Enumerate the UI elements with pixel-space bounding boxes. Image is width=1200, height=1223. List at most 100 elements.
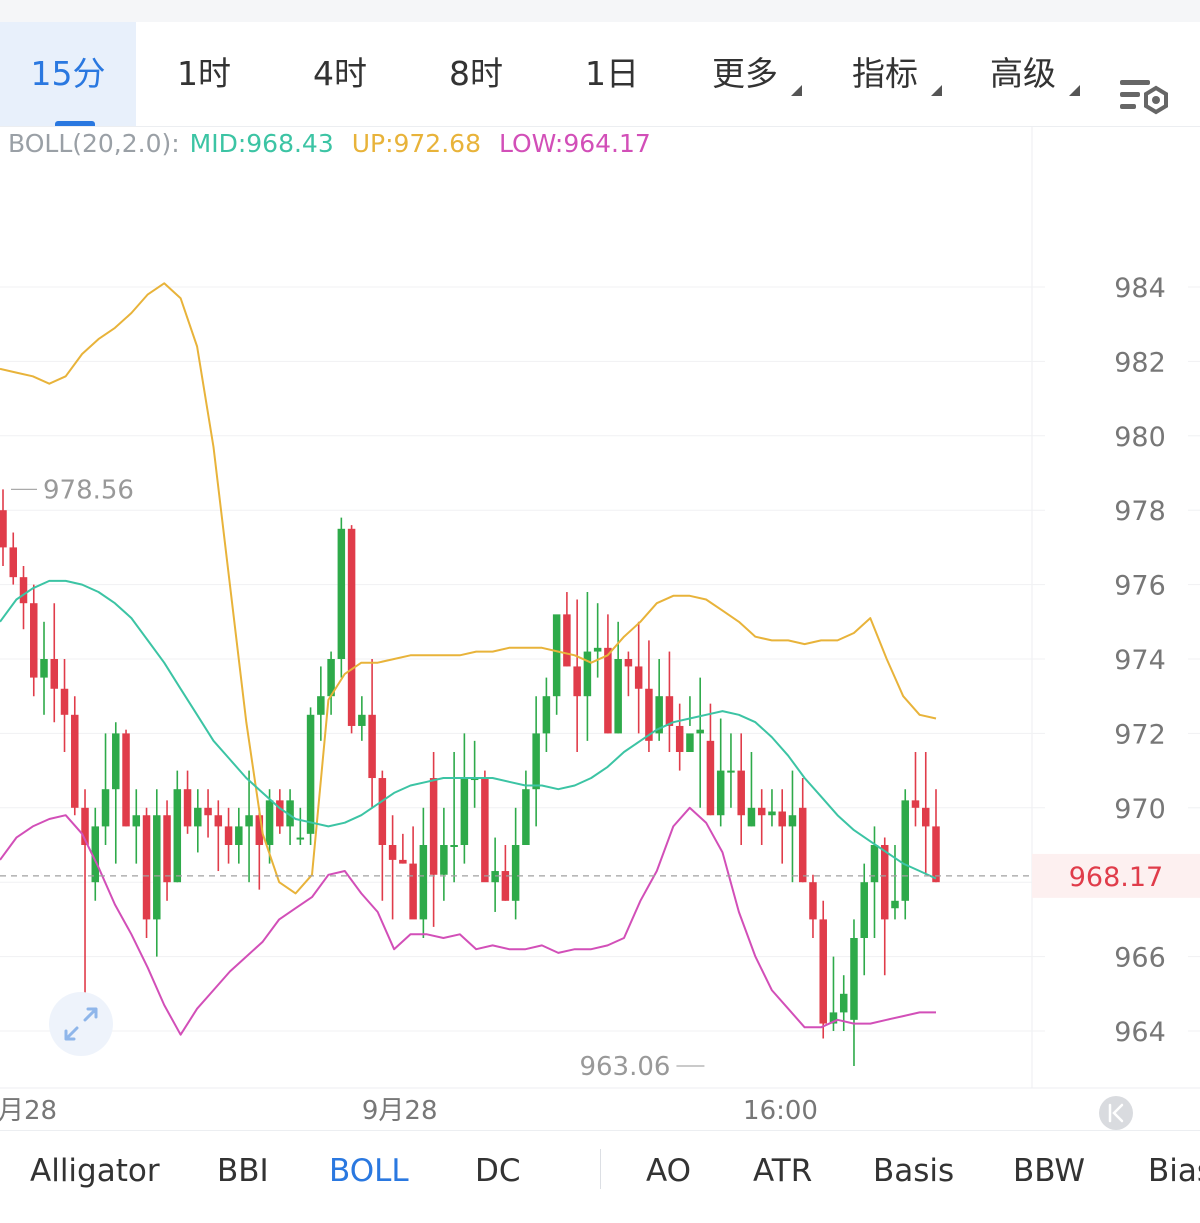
candle-body (532, 733, 540, 790)
tab-label: 1日 (585, 54, 639, 93)
candle-body (778, 811, 786, 827)
y-tick-label: 980 (1114, 422, 1166, 453)
candle-body (388, 845, 397, 860)
candle-body (173, 789, 182, 883)
candle-body (552, 614, 561, 697)
tab-label: 更多 (712, 54, 778, 93)
indicator-atr[interactable]: ATR (753, 1131, 812, 1211)
indicator-label: Bias (1148, 1153, 1200, 1189)
indicator-bbw[interactable]: BBW (1013, 1131, 1085, 1211)
indicator-label: DC (475, 1153, 521, 1189)
candle-body (101, 789, 110, 827)
candle-body (450, 845, 458, 847)
candle-body (675, 725, 684, 752)
candle-body (880, 845, 889, 920)
indicator-label: Basis (873, 1153, 955, 1189)
candle-body (809, 882, 817, 920)
candle-body (183, 789, 192, 827)
tab-15min[interactable]: 15分 (0, 22, 136, 126)
candle-body (337, 528, 346, 659)
y-tick-label: 978 (1114, 496, 1166, 527)
expand-icon[interactable] (49, 992, 113, 1056)
candle-body (440, 845, 448, 875)
tab-indicators[interactable]: 指标 (830, 22, 942, 126)
max-marker-label: 978.56 (43, 475, 134, 505)
indicator-dc[interactable]: DC (475, 1131, 521, 1211)
candle-body (737, 770, 745, 816)
candle-body (50, 659, 59, 689)
candle-body (214, 815, 223, 827)
candle-body (747, 807, 756, 827)
min-marker-label: 963.06 (579, 1052, 670, 1082)
indicator-label: Alligator (30, 1153, 160, 1189)
candle-body (60, 688, 69, 715)
candle-body (839, 993, 848, 1013)
candle-body (0, 510, 7, 548)
scroll-to-latest-icon[interactable] (1099, 1096, 1133, 1130)
candle-body (932, 826, 940, 883)
dropdown-corner-icon (931, 85, 942, 96)
candle-body (368, 714, 376, 779)
current-price-label: 968.17 (1069, 862, 1163, 893)
indicator-separator (600, 1149, 601, 1189)
indicator-ao[interactable]: AO (646, 1131, 691, 1211)
indicator-bbi[interactable]: BBI (217, 1131, 269, 1211)
y-tick-label: 982 (1114, 347, 1166, 378)
candle-body (921, 807, 930, 827)
tab-1d[interactable]: 1日 (544, 22, 680, 126)
candle-body (30, 603, 38, 678)
candle-body (399, 859, 407, 864)
candle-body (276, 800, 284, 827)
candle-body (604, 647, 612, 734)
indicator-boll[interactable]: BOLL (329, 1131, 409, 1211)
dropdown-corner-icon (791, 85, 802, 96)
tab-4h[interactable]: 4时 (272, 22, 408, 126)
candle-body (757, 807, 766, 816)
chart-settings-icon[interactable] (1112, 56, 1172, 136)
candle-body (409, 863, 417, 920)
candle-body (522, 789, 530, 845)
indicator-basis[interactable]: Basis (873, 1131, 954, 1211)
candle-body (768, 811, 776, 816)
candle-body (665, 696, 674, 726)
candle-body (429, 778, 438, 875)
indicator-alligator[interactable]: Alligator (30, 1131, 160, 1211)
candle-body (419, 845, 428, 920)
candle-body (194, 807, 202, 827)
candle-body (891, 900, 899, 909)
tab-label: 1时 (177, 54, 231, 93)
candle-body (460, 778, 469, 845)
indicator-label: BOLL (329, 1153, 409, 1189)
tab-8h[interactable]: 8时 (408, 22, 544, 126)
x-tick-label: 9月28 (362, 1096, 438, 1126)
candle-body (112, 733, 120, 790)
tab-label: 8时 (449, 54, 503, 93)
candle-body (624, 659, 633, 667)
tab-advanced[interactable]: 高级 (968, 22, 1080, 126)
candle-body (706, 740, 715, 816)
candle-body (911, 800, 920, 808)
candle-body (306, 714, 315, 834)
status-strip (0, 0, 1200, 22)
candle-body (491, 871, 499, 883)
candlestick-chart[interactable]: 964966968970972974976978980982984月289月28… (0, 126, 1200, 1130)
candle-body (378, 778, 387, 845)
candle-body (142, 815, 151, 920)
y-tick-label: 974 (1114, 645, 1166, 676)
candle-body (204, 807, 212, 816)
candle-body (901, 800, 909, 901)
candle-body (696, 729, 704, 734)
y-tick-label: 970 (1114, 794, 1166, 825)
timeframe-tabs: 15分 1时 4时 8时 1日 更多 指标 高级 (0, 22, 1200, 127)
candle-body (224, 826, 233, 845)
tab-more[interactable]: 更多 (690, 22, 802, 126)
tab-1h[interactable]: 1时 (136, 22, 272, 126)
candle-body (850, 938, 858, 1020)
indicator-label: ATR (753, 1153, 813, 1189)
y-tick-label: 972 (1114, 719, 1166, 750)
candle-body (614, 659, 622, 734)
candle-body (40, 659, 48, 678)
indicator-bias[interactable]: Bias (1148, 1131, 1200, 1211)
y-tick-label: 984 (1114, 273, 1166, 304)
candle-body (573, 666, 581, 697)
